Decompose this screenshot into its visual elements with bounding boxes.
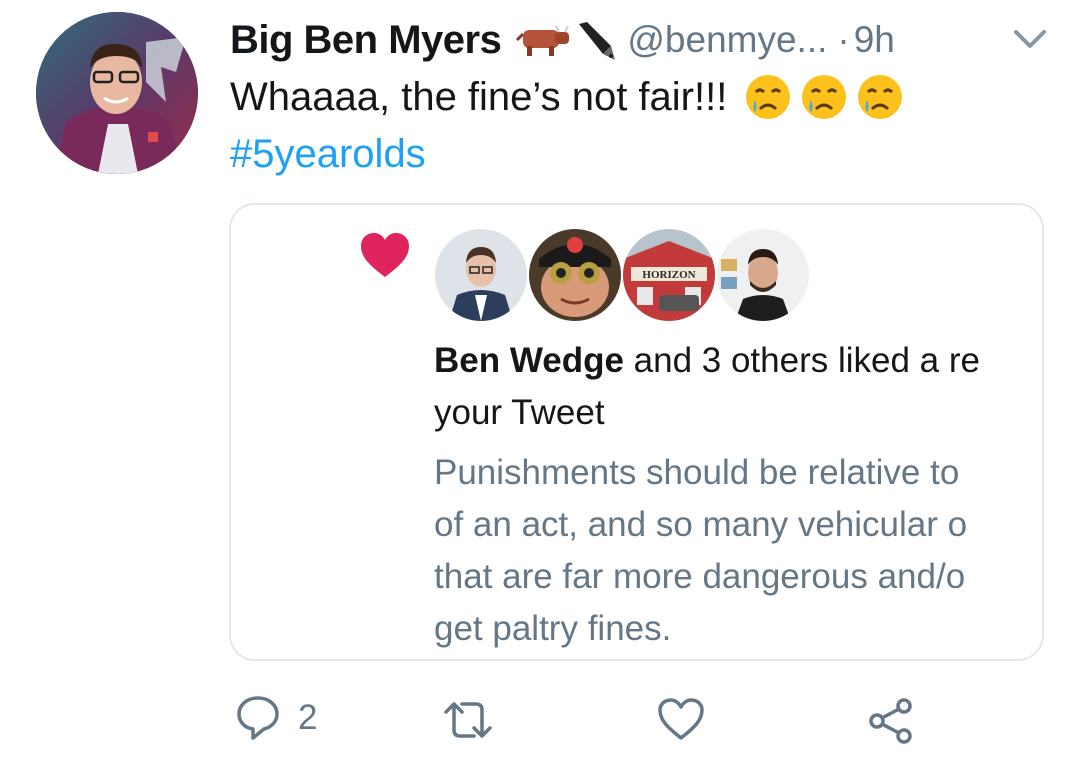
emoji-group xyxy=(743,72,905,122)
crying-face-icon xyxy=(858,75,903,119)
cow-icon xyxy=(516,25,570,56)
crying-face-icon xyxy=(802,75,847,119)
hashtag-link[interactable]: #5yearolds xyxy=(230,132,426,177)
liker-avatar[interactable] xyxy=(715,227,811,323)
notification-title: Ben Wedge and 3 others liked a re xyxy=(434,341,980,381)
name-badges xyxy=(515,18,617,62)
notification-rest: and 3 others liked a re xyxy=(623,341,980,380)
attached-image-card[interactable]: HORIZON Ben Wedge and 3 others liked a r… xyxy=(229,203,1044,661)
quoted-line: get paltry fines. xyxy=(434,609,672,648)
share-button[interactable] xyxy=(866,696,916,746)
notification-subtitle: your Tweet xyxy=(434,393,605,432)
like-button[interactable] xyxy=(656,696,706,742)
tweet-text: Whaaaa, the fine’s not fair!!! xyxy=(230,72,905,122)
separator-dot: · xyxy=(837,19,850,60)
quoted-tweet-text: Punishments should be relative to of an … xyxy=(434,447,1042,655)
tweet-header: Big Ben Myers @benmye... · 9h xyxy=(230,12,895,68)
quoted-line: of an act, and so many vehicular o xyxy=(434,505,968,544)
crying-face-icon xyxy=(746,75,791,119)
author-handle[interactable]: @benmye... xyxy=(627,19,827,61)
quoted-line: that are far more dangerous and/o xyxy=(434,557,966,596)
tweet-actions: 2 xyxy=(0,694,1080,754)
author-name[interactable]: Big Ben Myers xyxy=(230,18,502,63)
share-icon xyxy=(869,698,912,744)
reply-count: 2 xyxy=(298,698,318,737)
tweet-body: Whaaaa, the fine’s not fair!!! xyxy=(230,74,728,119)
reply-icon xyxy=(237,696,279,740)
pen-icon xyxy=(579,22,616,60)
liker-avatars: HORIZON xyxy=(433,227,811,323)
like-icon xyxy=(658,698,704,740)
chevron-down-icon[interactable] xyxy=(1012,26,1048,52)
reply-button[interactable]: 2 xyxy=(234,694,317,742)
quoted-line: Punishments should be relative to xyxy=(434,453,960,492)
retweet-icon xyxy=(444,702,492,738)
liker-avatar[interactable]: HORIZON xyxy=(621,227,717,323)
tweet-time[interactable]: 9h xyxy=(854,19,895,61)
author-avatar[interactable] xyxy=(36,12,198,174)
retweet-button[interactable] xyxy=(440,698,496,742)
horizon-sign: HORIZON xyxy=(642,269,695,281)
liker-avatar[interactable] xyxy=(527,227,623,323)
heart-icon xyxy=(361,233,409,277)
liker-name: Ben Wedge xyxy=(434,341,624,380)
liker-avatar[interactable] xyxy=(433,227,529,323)
